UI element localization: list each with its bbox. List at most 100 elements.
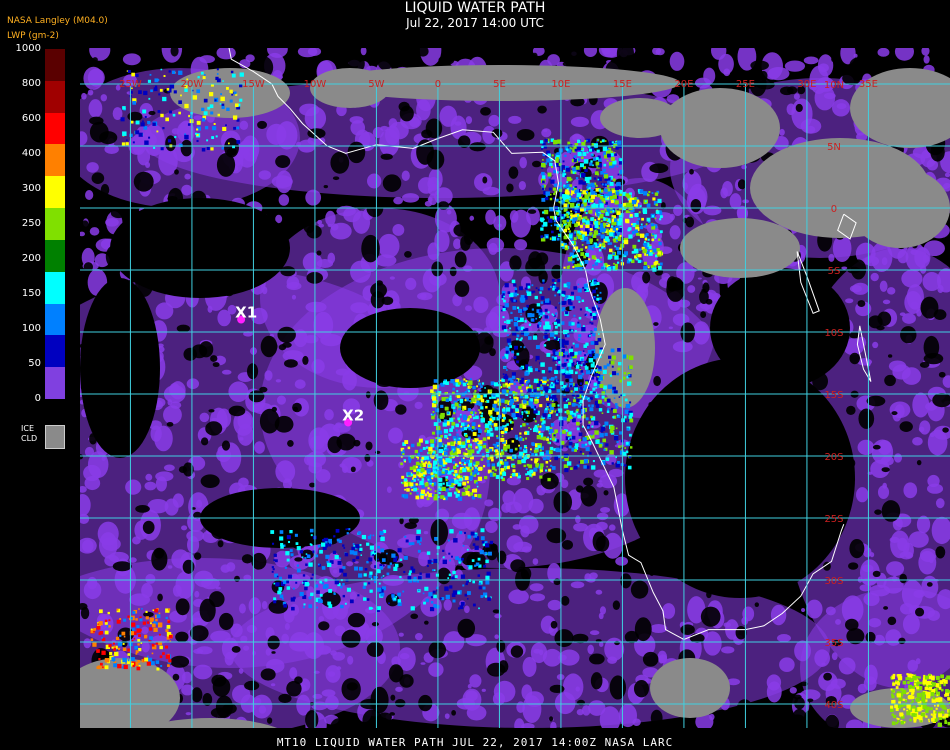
cloud-patch <box>885 629 902 646</box>
cloud-patch <box>804 710 814 725</box>
lwp-pixel <box>428 451 432 455</box>
cloud-patch <box>485 520 498 533</box>
lwp-pixel <box>572 390 575 393</box>
lwp-pixel <box>631 199 637 205</box>
lwp-pixel <box>614 153 617 156</box>
lwp-pixel <box>460 427 465 432</box>
lwp-pixel <box>601 139 605 143</box>
lwp-pixel <box>478 402 483 406</box>
lwp-pixel <box>505 350 509 354</box>
lwp-pixel <box>432 466 436 470</box>
cloud-patch <box>453 224 469 237</box>
lwp-pixel <box>562 430 566 434</box>
lwp-pixel <box>590 217 594 221</box>
lwp-pixel <box>547 414 551 418</box>
lwp-pixel <box>604 370 607 373</box>
lwp-pixel <box>577 283 580 286</box>
cloud-patch <box>872 570 881 578</box>
lwp-pixel <box>483 564 486 568</box>
cloud-patch <box>405 277 417 291</box>
cloud-patch <box>80 278 160 458</box>
lwp-pixel <box>531 308 534 311</box>
lwp-pixel <box>609 374 613 377</box>
lwp-pixel <box>541 171 545 176</box>
cloud-patch <box>341 203 346 207</box>
lwp-pixel <box>284 566 287 569</box>
lwp-pixel <box>476 394 481 399</box>
lwp-pixel <box>618 204 623 208</box>
lwp-pixel <box>541 162 546 168</box>
cloud-patch <box>389 712 395 716</box>
cloud-patch <box>865 631 876 643</box>
lwp-pixel <box>530 365 533 368</box>
lwp-pixel <box>490 381 495 386</box>
lwp-pixel <box>651 192 654 194</box>
lwp-pixel <box>548 218 553 223</box>
cloud-patch <box>325 665 341 683</box>
cloud-patch <box>723 68 731 77</box>
lwp-pixel <box>566 282 571 286</box>
lwp-pixel <box>582 437 587 442</box>
lwp-pixel <box>389 562 393 565</box>
cloud-patch <box>568 50 579 64</box>
lwp-pixel <box>612 221 617 226</box>
cloud-patch <box>849 538 865 559</box>
lwp-pixel <box>485 448 489 452</box>
lwp-pixel <box>593 230 599 235</box>
lwp-pixel <box>591 248 594 251</box>
cloud-patch <box>372 127 384 139</box>
lwp-pixel <box>577 151 582 157</box>
lwp-pixel <box>624 447 627 449</box>
lwp-pixel <box>533 378 538 383</box>
lwp-pixel <box>388 602 390 605</box>
lwp-pixel <box>588 209 593 214</box>
lwp-pixel <box>585 417 589 421</box>
lwp-pixel <box>273 553 277 557</box>
lwp-pixel <box>453 417 455 420</box>
lwp-pixel <box>572 265 575 269</box>
cloud-patch <box>541 128 552 138</box>
cloud-patch <box>553 578 561 586</box>
lwp-pixel <box>426 468 431 473</box>
lwp-pixel <box>601 246 604 249</box>
lwp-pixel <box>472 432 477 436</box>
lwp-pixel <box>623 251 629 256</box>
cloud-patch <box>318 615 325 622</box>
lwp-pixel <box>480 414 483 418</box>
lwp-pixel <box>583 255 587 259</box>
cloud-patch <box>642 271 651 284</box>
lwp-pixel <box>478 446 483 450</box>
lwp-pixel <box>576 394 580 398</box>
lwp-pixel <box>566 181 569 184</box>
lwp-pixel <box>625 210 629 214</box>
lwp-pixel <box>584 396 588 399</box>
lwp-pixel <box>421 456 425 460</box>
lwp-pixel <box>576 258 580 261</box>
lwp-pixel <box>471 426 475 429</box>
cloud-patch <box>100 625 106 629</box>
colorbar-segment <box>45 176 65 209</box>
cloud-patch <box>164 498 179 516</box>
lwp-pixel <box>593 373 597 377</box>
cloud-patch <box>546 527 567 544</box>
lwp-pixel <box>536 383 541 387</box>
lwp-pixel <box>439 383 442 385</box>
lwp-pixel <box>486 571 491 576</box>
lwp-pixel <box>469 400 472 403</box>
cloud-patch <box>700 311 707 319</box>
lwp-pixel <box>634 229 638 234</box>
cloud-patch <box>180 139 193 157</box>
lwp-pixel <box>440 404 444 408</box>
cloud-patch <box>700 606 721 627</box>
lwp-pixel <box>564 351 568 355</box>
cloud-patch <box>628 57 644 70</box>
lwp-pixel <box>289 529 293 534</box>
cloud-patch <box>741 164 747 170</box>
lwp-pixel <box>500 398 505 403</box>
cloud-patch <box>171 128 181 135</box>
cloud-patch <box>598 612 604 620</box>
lwp-pixel <box>574 172 577 175</box>
lwp-pixel <box>527 336 532 340</box>
cloud-patch <box>549 684 565 694</box>
lwp-pixel <box>615 405 619 409</box>
